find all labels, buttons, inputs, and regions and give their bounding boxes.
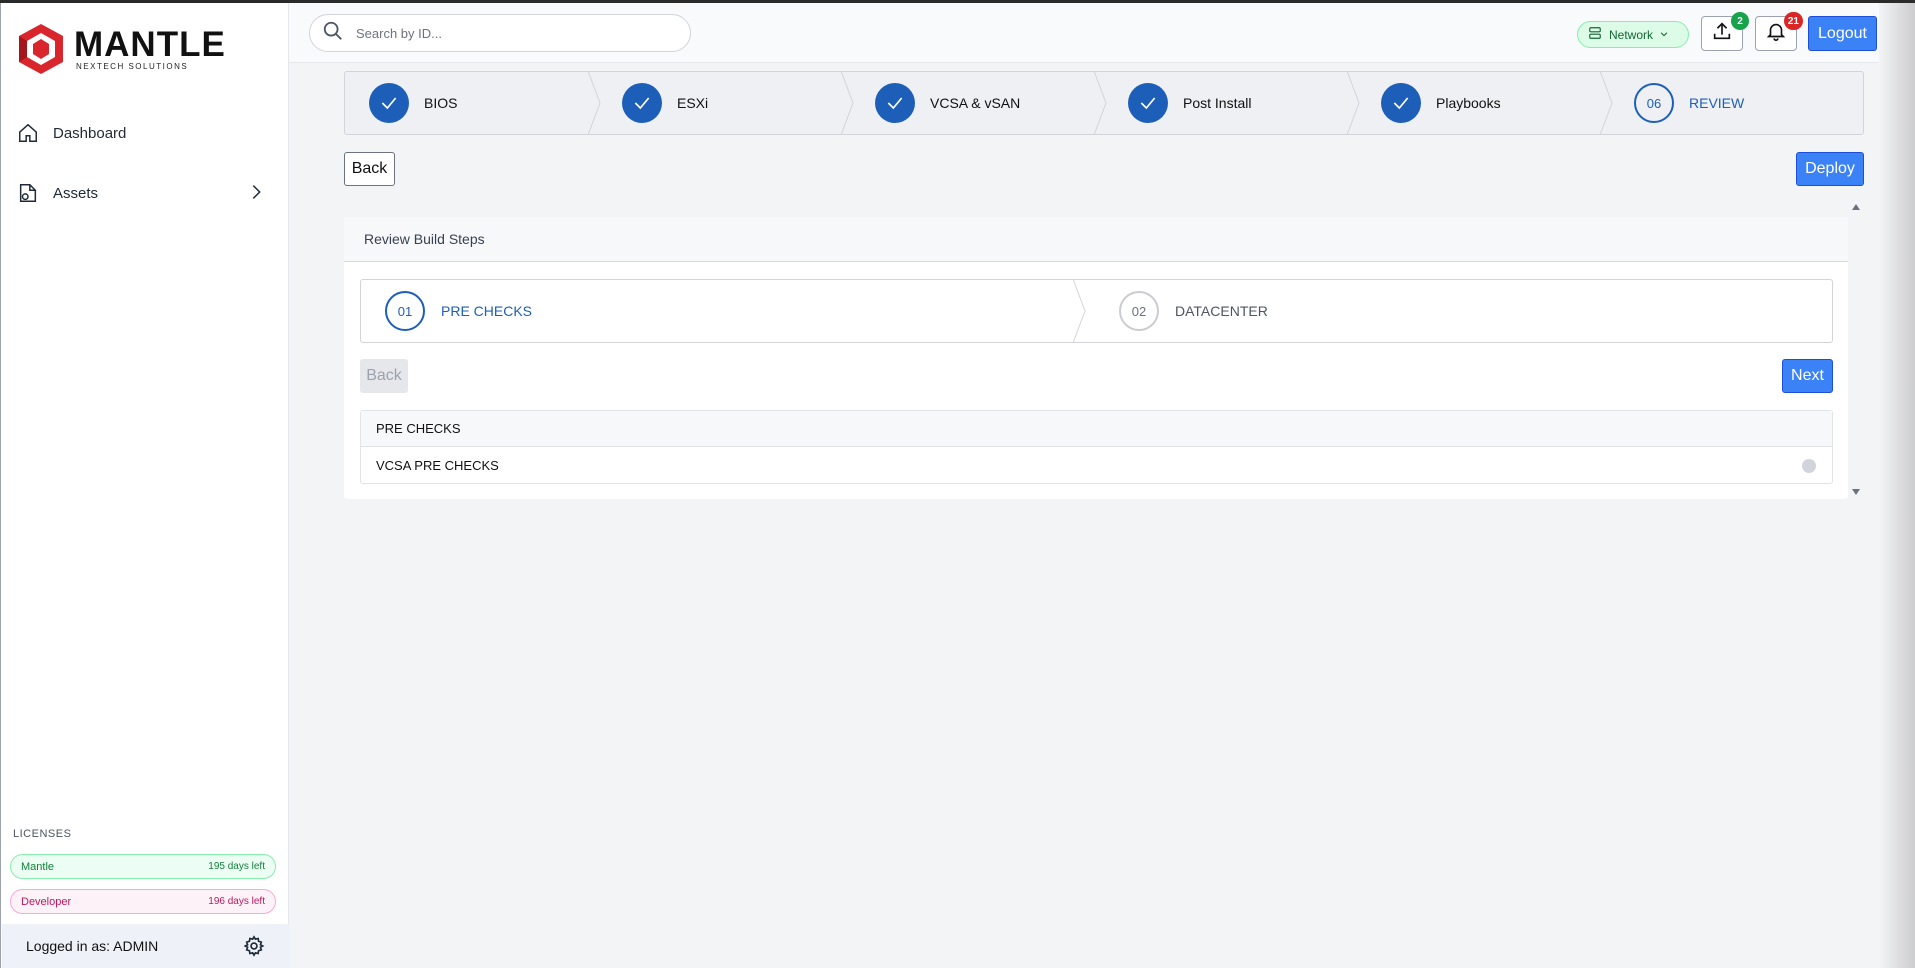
search-input[interactable] (356, 25, 656, 41)
chevron-down-icon (1659, 28, 1669, 42)
step-number: 06 (1634, 83, 1674, 123)
upload-icon (1711, 20, 1733, 47)
status-indicator (1802, 459, 1816, 473)
check-icon (1128, 83, 1168, 123)
step-label: DATACENTER (1175, 303, 1268, 319)
check-icon (1381, 83, 1421, 123)
license-badge-developer: Developer 196 days left (10, 889, 276, 914)
panel-scrollbar[interactable] (1848, 201, 1864, 499)
scroll-down-arrow[interactable] (1852, 489, 1860, 495)
license-days: 195 days left (208, 861, 265, 872)
upload-count-badge: 2 (1731, 12, 1749, 30)
review-next-button[interactable]: Next (1782, 359, 1833, 393)
sidebar-item-assets[interactable]: Assets (17, 173, 267, 213)
license-days: 196 days left (208, 896, 265, 907)
license-name: Developer (21, 895, 72, 908)
home-icon (17, 121, 41, 145)
review-step-pre-checks[interactable]: 01 PRE CHECKS (361, 279, 1086, 343)
deploy-button[interactable]: Deploy (1796, 152, 1864, 186)
brand-logo[interactable]: MANTLE NEXTECH SOLUTIONS (16, 21, 226, 77)
pre-checks-heading: PRE CHECKS (361, 411, 1832, 447)
notifications-button[interactable]: 21 (1755, 12, 1803, 51)
license-badge-mantle: Mantle 195 days left (10, 854, 276, 879)
list-item: VCSA PRE CHECKS (361, 447, 1832, 484)
review-back-button[interactable]: Back (360, 359, 408, 393)
gear-icon[interactable] (243, 935, 265, 960)
step-label: Playbooks (1436, 95, 1501, 111)
step-vcsa-vsan[interactable]: VCSA & vSAN (851, 71, 1107, 135)
network-label: Network (1609, 27, 1654, 42)
step-label: Post Install (1183, 95, 1252, 111)
check-icon (622, 83, 662, 123)
upload-button[interactable]: 2 (1701, 12, 1749, 51)
step-number: 02 (1119, 291, 1159, 331)
check-icon (369, 83, 409, 123)
logout-button[interactable]: Logout (1808, 16, 1877, 51)
license-name: Mantle (21, 860, 55, 873)
step-playbooks[interactable]: Playbooks (1357, 71, 1613, 135)
check-icon (875, 83, 915, 123)
step-label: PRE CHECKS (441, 303, 533, 319)
scroll-up-arrow[interactable] (1852, 204, 1860, 210)
step-label: VCSA & vSAN (930, 95, 1021, 111)
sidebar-item-label: Dashboard (53, 124, 127, 142)
back-button[interactable]: Back (344, 152, 395, 186)
chevron-right-icon (245, 181, 267, 207)
step-label: BIOS (424, 95, 458, 111)
step-post-install[interactable]: Post Install (1104, 71, 1360, 135)
search-icon (322, 20, 344, 47)
step-bios[interactable]: BIOS (345, 71, 601, 135)
step-review[interactable]: 06 REVIEW (1610, 72, 1863, 134)
deployment-stepper: BIOS ESXi VCSA & vSAN Post Install Playb… (344, 71, 1864, 135)
panel-title: Review Build Steps (344, 217, 1848, 262)
search-box[interactable] (309, 14, 691, 52)
top-header: Network 2 21 Logout (289, 3, 1879, 63)
review-step-datacenter[interactable]: 02 DATACENTER (1081, 280, 1801, 342)
sidebar-item-dashboard[interactable]: Dashboard (17, 113, 267, 153)
check-label: VCSA PRE CHECKS (376, 458, 499, 473)
review-panel: Review Build Steps 01 PRE CHECKS 02 DATA… (344, 217, 1848, 499)
mantle-logo-icon (19, 24, 63, 74)
step-esxi[interactable]: ESXi (598, 71, 854, 135)
sidebar: MANTLE NEXTECH SOLUTIONS Dashboard Asset… (0, 3, 290, 968)
user-info: Logged in as: ADMIN (2, 924, 290, 968)
licenses-heading: LICENSES (13, 828, 72, 840)
server-icon (1588, 26, 1602, 43)
assets-icon (17, 181, 41, 205)
step-label: REVIEW (1689, 95, 1745, 111)
network-dropdown[interactable]: Network (1577, 21, 1689, 48)
window-edge-shadow (1879, 3, 1915, 968)
pre-checks-list: PRE CHECKS VCSA PRE CHECKS (360, 410, 1833, 484)
step-number: 01 (385, 291, 425, 331)
step-label: ESXi (677, 95, 709, 111)
review-stepper: 01 PRE CHECKS 02 DATACENTER (360, 279, 1833, 343)
notification-count-badge: 21 (1783, 12, 1803, 30)
sidebar-item-label: Assets (53, 184, 99, 202)
brand-name: MANTLE (74, 24, 226, 64)
logged-in-user: Logged in as: ADMIN (26, 938, 159, 954)
